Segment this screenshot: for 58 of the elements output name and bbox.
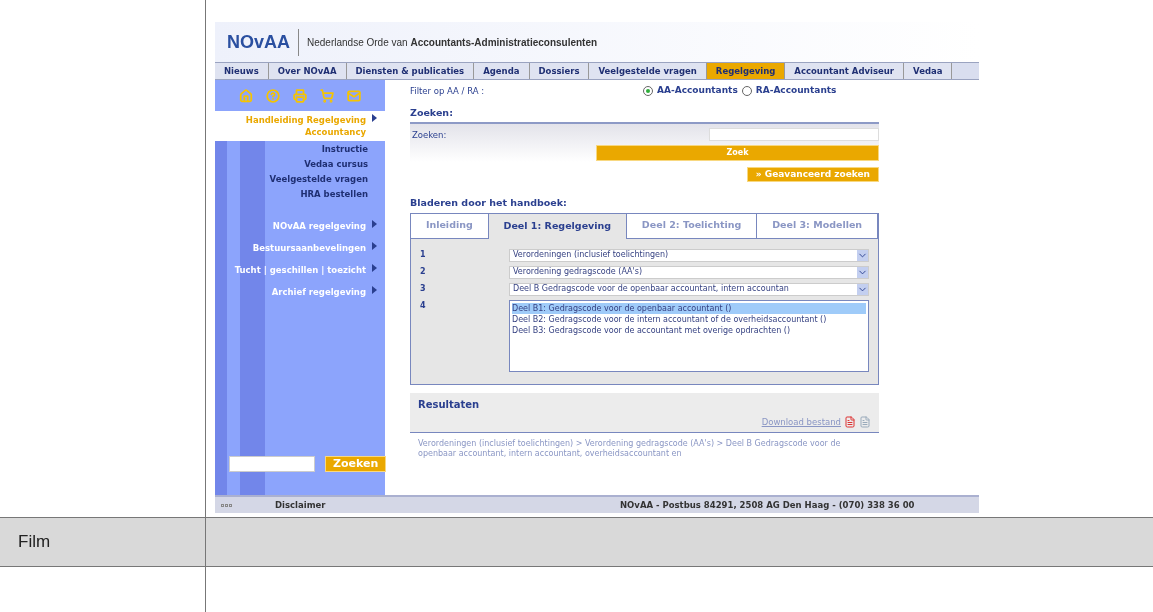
search-field[interactable]: [709, 128, 879, 142]
triangle-icon: [372, 264, 377, 272]
row-label: Film: [18, 531, 51, 554]
printer-icon[interactable]: [293, 88, 307, 103]
section-heading: Zoeken:: [410, 106, 454, 120]
sidebar-search-field[interactable]: [229, 456, 315, 472]
dropdown[interactable]: Verordening gedragscode (AA's): [509, 265, 869, 279]
radio-button[interactable]: [741, 86, 752, 96]
dropdown[interactable]: Deel B Gedragscode voor de openbaar accountant, intern accountan: [509, 282, 869, 296]
radio-button[interactable]: [643, 86, 653, 96]
nav-tab[interactable]: Agenda: [474, 63, 530, 79]
site-tagline: Nederlandse Orde van Accountants-Administratieconsulenten: [307, 35, 598, 50]
nav-tab[interactable]: Accountant Adviseur: [785, 63, 904, 79]
nav-tab[interactable]: Dossiers: [529, 63, 590, 79]
sidebar-sublink[interactable]: HRA bestellen: [300, 188, 368, 201]
tab[interactable]: Deel 1: Regelgeving: [488, 213, 627, 239]
row-number: 2: [420, 266, 427, 278]
sidebar-sublink[interactable]: Instructie: [321, 143, 368, 156]
help-icon[interactable]: [266, 88, 280, 103]
radio-label: AA-Accountants: [657, 84, 738, 98]
list-option[interactable]: Deel B3: Gedragscode voor de accountant met overige opdrachten (): [512, 324, 866, 336]
nav-tab[interactable]: Veelgestelde vragen: [589, 63, 707, 79]
breadcrumb-path: Verordeningen (inclusief toelichtingen) > Verordening gedragscode (AA's) > Deel B Gedragscode voor de openbaar accountant, intern accountant, overheidsaccountant en: [417, 438, 842, 459]
row-number: 3: [420, 283, 427, 295]
triangle-icon: [372, 220, 377, 228]
triangle-icon: [372, 242, 377, 250]
results-heading: Resultaten: [418, 397, 481, 412]
footer-address: NOvAA - Postbus 84291, 2508 AG Den Haag - (070) 338 36 00: [620, 498, 915, 512]
pdf-file-icon[interactable]: [844, 415, 856, 428]
filter-label: Filter op AA / RA :: [410, 84, 486, 98]
radio-label: RA-Accountants: [755, 84, 837, 98]
search-label: Zoeken:: [411, 129, 448, 143]
mail-icon[interactable]: [347, 88, 361, 103]
nav-tab[interactable]: Regelgeving: [706, 63, 786, 79]
triangle-icon: [372, 114, 377, 122]
dropdown[interactable]: Verordeningen (inclusief toelichtingen): [509, 248, 869, 262]
site-logo[interactable]: NOvAA: [227, 28, 299, 56]
sidebar-sublink[interactable]: Vedaa cursus: [304, 158, 368, 171]
row-number: 1: [420, 249, 427, 261]
cart-icon[interactable]: [320, 88, 334, 103]
chevron-down-icon: [857, 249, 868, 261]
list-option[interactable]: Deel B1: Gedragscode voor de openbaar accountant (): [512, 302, 866, 314]
triangle-icon: [372, 286, 377, 294]
list-option[interactable]: Deel B2: Gedragscode voor de intern accountant of de overheidsaccountant (): [512, 313, 866, 325]
home-icon[interactable]: [239, 88, 253, 103]
list-box[interactable]: Deel B1: Gedragscode voor de openbaar accountant () Deel B2: Gedragscode voor de intern accountant of de overheidsaccountant () Deel B3: Gedragscode voor de accountant met overige opdrachten (): [509, 299, 869, 372]
dots-icon: [221, 503, 232, 507]
section-heading: Bladeren door het handboek:: [410, 196, 568, 211]
row-number: 4: [420, 299, 427, 312]
chevron-down-icon: [857, 283, 868, 295]
document-file-icon[interactable]: [859, 415, 871, 428]
nav-tab[interactable]: Over NOvAA: [268, 63, 347, 79]
nav-tab[interactable]: Vedaa: [904, 63, 953, 79]
nav-tab[interactable]: Nieuws: [215, 63, 269, 79]
chevron-down-icon: [857, 266, 868, 278]
nav-tab[interactable]: Diensten & publicaties: [346, 63, 475, 79]
sidebar-sublink[interactable]: Veelgestelde vragen: [269, 173, 368, 186]
disclaimer-link[interactable]: Disclaimer: [275, 498, 620, 512]
